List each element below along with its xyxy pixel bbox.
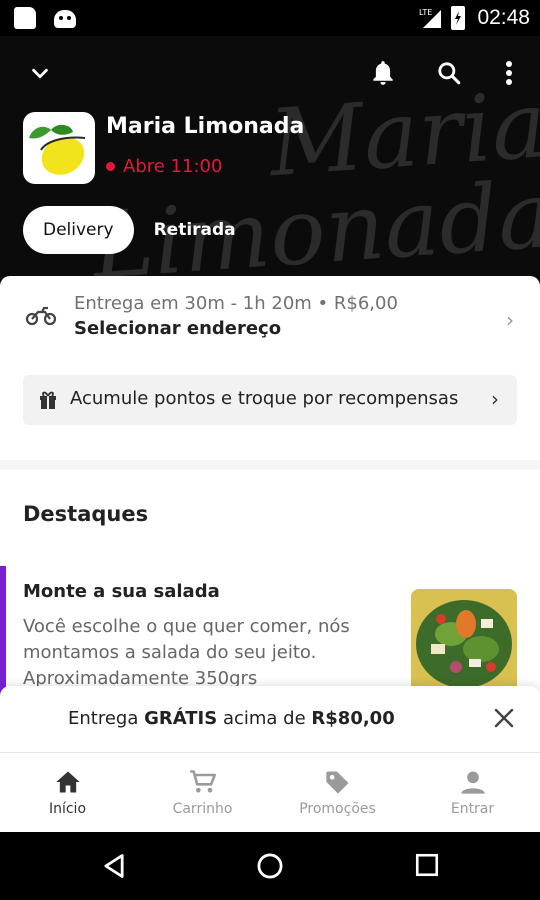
free-delivery-text: Entrega GRÁTIS acima de R$80,00 xyxy=(68,708,395,729)
chevron-down-icon xyxy=(32,68,48,79)
back-icon[interactable] xyxy=(100,852,128,880)
sd-card-icon xyxy=(14,7,36,29)
close-icon[interactable] xyxy=(492,706,516,730)
android-icon xyxy=(54,10,76,28)
cart-icon xyxy=(189,770,216,793)
delivery-estimate: Entrega em 30m - 1h 20m • R$6,00 xyxy=(74,293,398,314)
delivery-mode-toggle: Delivery Retirada xyxy=(23,206,256,254)
highlight-item-name: Monte a sua salada xyxy=(23,581,220,602)
bottom-navigation: Início Carrinho Promoções Entrar xyxy=(0,752,540,832)
search-icon xyxy=(438,62,461,85)
loyalty-text: Acumule pontos e troque por recompensas xyxy=(70,388,459,409)
status-dot-icon xyxy=(106,162,115,171)
loyalty-banner[interactable]: Acumule pontos e troque por recompensas … xyxy=(23,375,517,425)
bell-icon xyxy=(373,61,393,85)
collapse-button[interactable] xyxy=(21,54,59,92)
svg-text:LTE: LTE xyxy=(419,8,432,17)
highlight-item-card[interactable]: Monte a sua salada Você escolhe o que qu… xyxy=(0,566,540,706)
chevron-right-icon: › xyxy=(491,387,499,411)
highlight-item-description: Você escolhe o que quer comer, nós monta… xyxy=(23,616,350,689)
home-icon xyxy=(55,771,80,793)
battery-icon xyxy=(451,6,466,30)
store-logo xyxy=(23,112,95,184)
store-name: Maria Limonada xyxy=(106,114,305,139)
lte-signal-icon: LTE xyxy=(419,6,443,30)
more-options-button[interactable] xyxy=(490,54,528,92)
chevron-right-icon: › xyxy=(506,308,514,332)
more-vert-icon xyxy=(506,61,512,85)
tag-icon xyxy=(325,771,348,794)
delivery-address-row[interactable]: Entrega em 30m - 1h 20m • R$6,00 Selecio… xyxy=(0,276,540,366)
nav-item-home[interactable]: Início xyxy=(0,753,135,832)
highlights-title: Destaques xyxy=(23,502,149,526)
section-divider xyxy=(0,460,540,470)
store-header: Maria Limonada Maria Limonada Abre 11:00… xyxy=(0,36,540,280)
system-navigation-bar xyxy=(0,832,540,900)
store-content: Entrega em 30m - 1h 20m • R$6,00 Selecio… xyxy=(0,276,540,754)
gift-icon xyxy=(40,391,56,409)
search-button[interactable] xyxy=(430,54,468,92)
delivery-mode-button[interactable]: Delivery xyxy=(23,206,134,254)
notifications-button[interactable] xyxy=(364,54,402,92)
recents-icon[interactable] xyxy=(414,852,440,878)
person-icon xyxy=(460,771,485,794)
pickup-mode-button[interactable]: Retirada xyxy=(134,206,256,254)
home-circle-icon[interactable] xyxy=(256,852,284,880)
salad-image xyxy=(411,589,517,695)
lemon-logo-icon xyxy=(29,124,86,175)
free-delivery-banner: Entrega GRÁTIS acima de R$80,00 xyxy=(0,686,540,752)
nav-item-promotions[interactable]: Promoções xyxy=(270,753,405,832)
store-open-status: Abre 11:00 xyxy=(106,156,222,177)
highlight-accent-bar xyxy=(0,566,6,706)
nav-item-cart[interactable]: Carrinho xyxy=(135,753,270,832)
status-bar: LTE 02:48 xyxy=(0,0,540,36)
motorcycle-icon xyxy=(25,306,57,326)
nav-item-signin[interactable]: Entrar xyxy=(405,753,540,832)
select-address-label: Selecionar endereço xyxy=(74,318,282,339)
status-time: 02:48 xyxy=(477,6,530,29)
